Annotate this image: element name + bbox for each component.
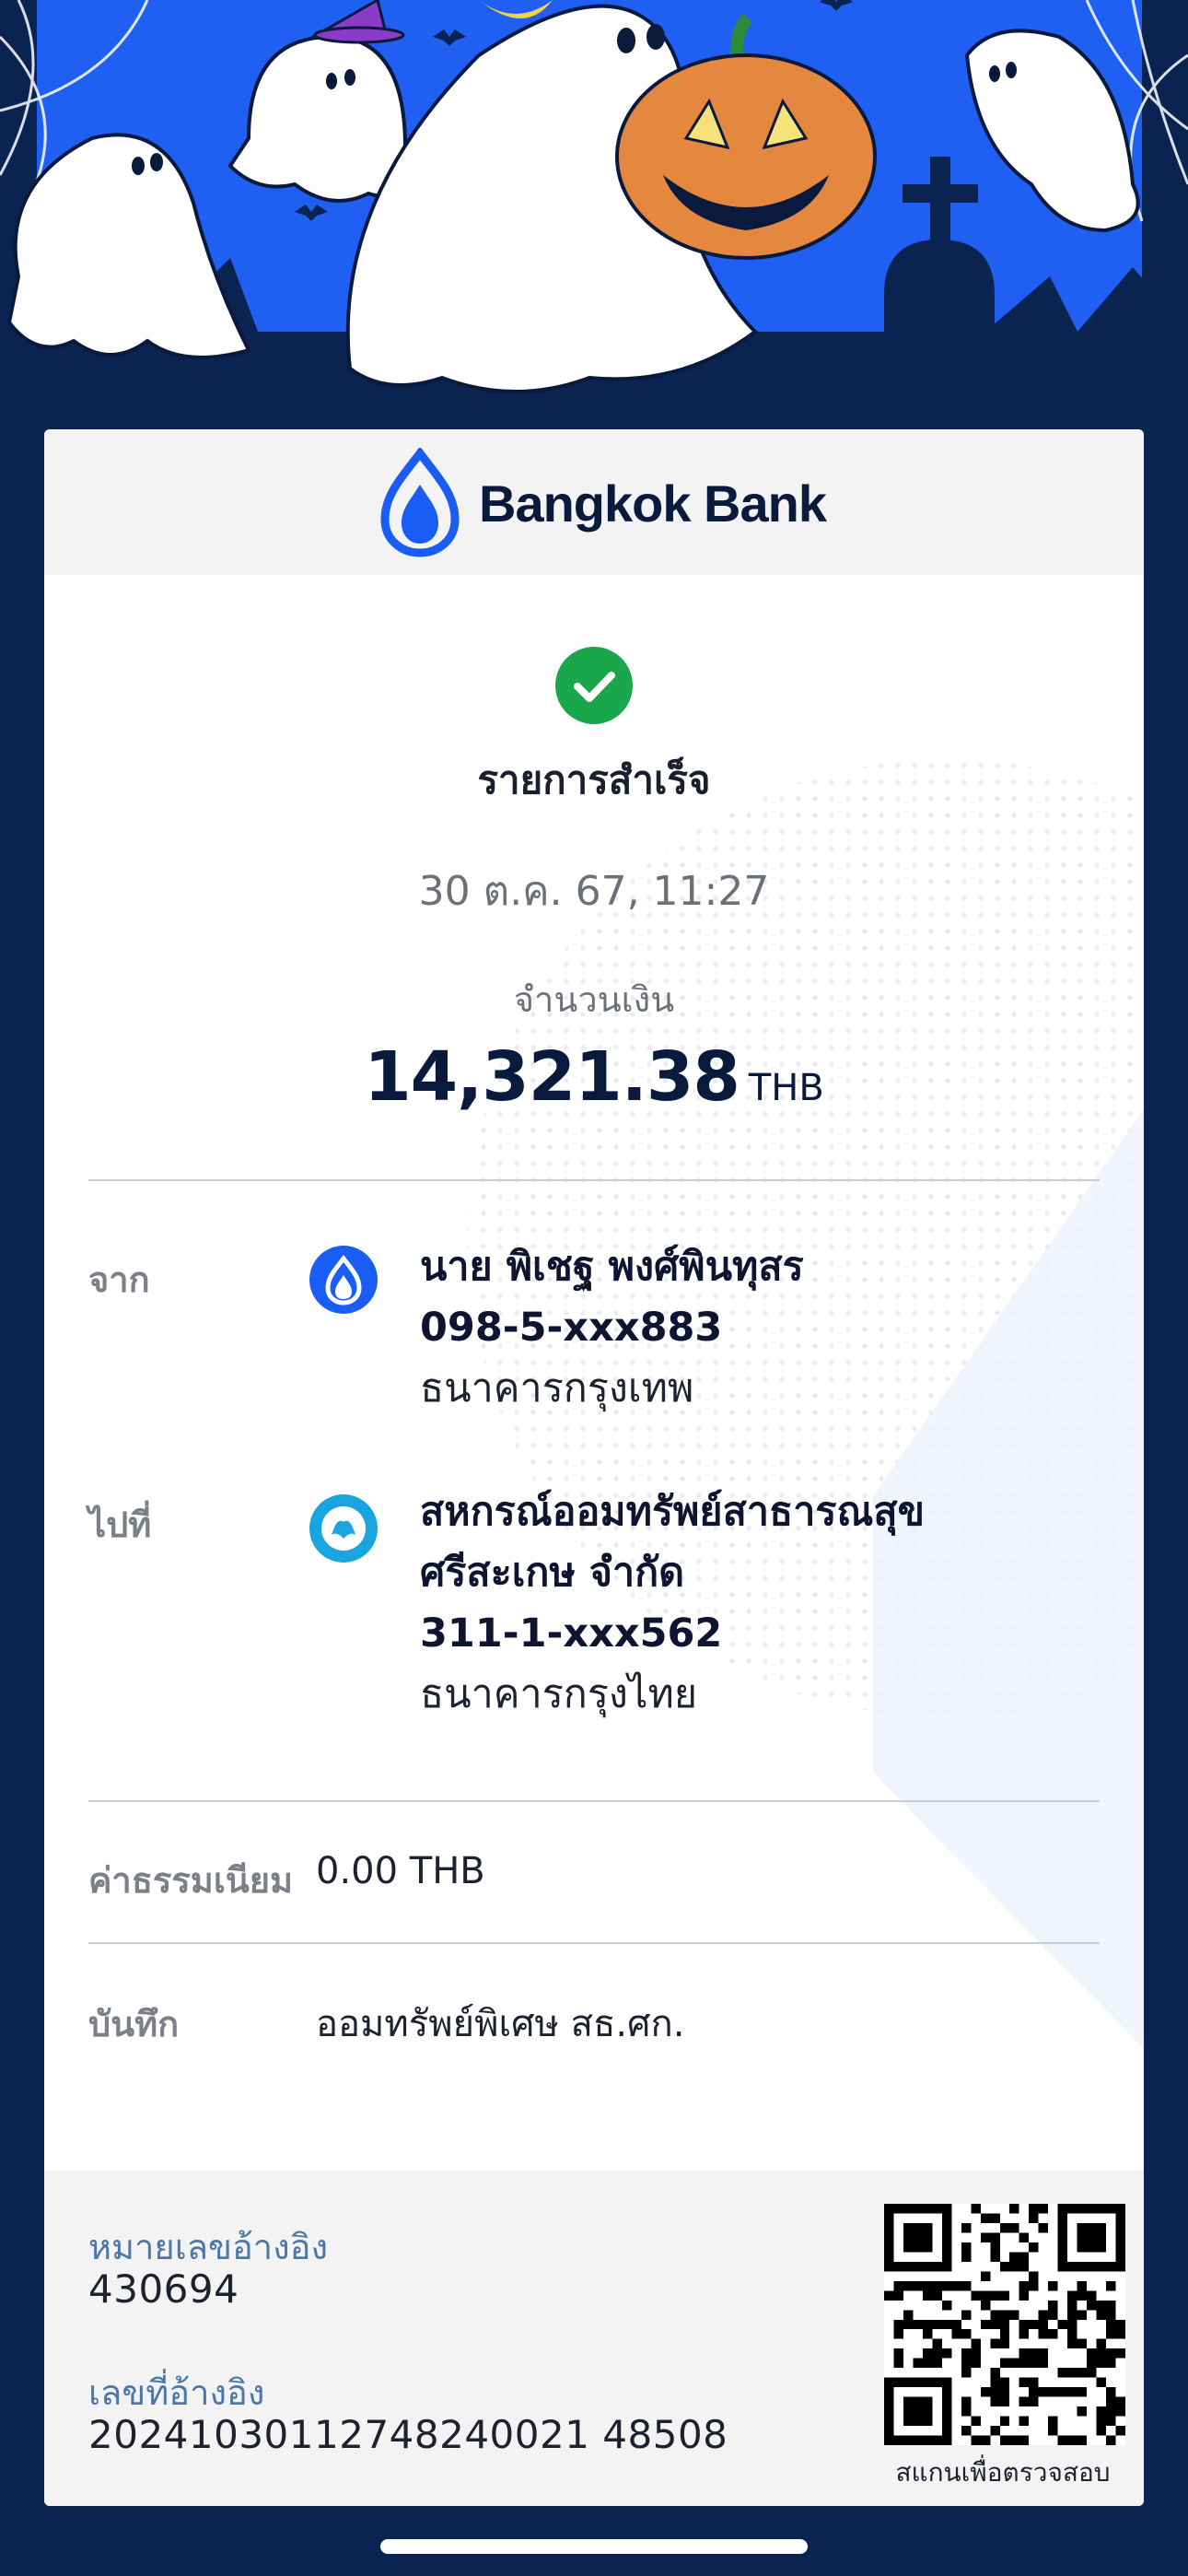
from-label: จาก xyxy=(88,1259,150,1300)
divider xyxy=(88,1800,1100,1802)
ref-no-value: 430694 xyxy=(88,2266,239,2312)
divider xyxy=(88,1179,1100,1181)
from-account: 098-5-xxx883 xyxy=(420,1305,723,1351)
qr-code-icon[interactable] xyxy=(884,2204,1125,2445)
to-name-line2: ศรีสะเกษ จำกัด xyxy=(420,1550,685,1596)
ref-id-value: 20241030112748240021 48508 xyxy=(88,2412,728,2457)
to-name-line1: สหกรณ์ออมทรัพย์สาธารณสุข xyxy=(420,1489,925,1535)
brand-name: Bangkok Bank xyxy=(479,474,827,533)
from-name: นาย พิเชฐ พงศ์พินทุสร xyxy=(420,1244,804,1290)
memo-label: บันทึก xyxy=(88,2004,180,2044)
bangkok-bank-logo-icon xyxy=(380,448,460,557)
transaction-datetime: 30 ต.ค. 67, 11:27 xyxy=(418,868,770,915)
bangkok-bank-icon xyxy=(309,1246,378,1314)
brand: Bangkok Bank xyxy=(376,448,827,558)
fee-value: 0.00 THB xyxy=(316,1850,485,1892)
amount-currency: THB xyxy=(748,1067,824,1109)
amount: 14,321.38 THB xyxy=(44,1037,1144,1117)
amount-label: จำนวนเงิน xyxy=(513,979,675,1020)
qr-caption: สแกนเพื่อตรวจสอบ xyxy=(895,2457,1111,2488)
krungthai-bank-icon xyxy=(309,1494,378,1563)
from-details: นาย พิเชฐ พงศ์พินทุสร 098-5-xxx883 ธนาคา… xyxy=(420,1236,804,1419)
status-text: รายการสำเร็จ xyxy=(477,757,711,802)
check-circle-icon xyxy=(555,647,633,724)
to-account: 311-1-xxx562 xyxy=(420,1610,723,1657)
amount-value: 14,321.38 xyxy=(364,1037,740,1117)
fee-label: ค่าธรรมเนียม xyxy=(88,1860,294,1901)
receipt-card: Bangkok Bank รายการสำเร็จ 30 ต.ค. 67, 11… xyxy=(44,429,1144,2506)
divider xyxy=(88,1942,1100,1944)
from-bank: ธนาคารกรุงเทพ xyxy=(420,1365,694,1411)
to-label: ไปที่ xyxy=(88,1505,152,1545)
to-bank: ธนาคารกรุงไทย xyxy=(420,1671,698,1717)
home-indicator[interactable] xyxy=(380,2539,808,2554)
halloween-banner xyxy=(0,0,1188,433)
card-header: Bangkok Bank xyxy=(44,429,1144,575)
memo-value: ออมทรัพย์พิเศษ สธ.ศก. xyxy=(316,2003,685,2045)
reference-footer: หมายเลขอ้างอิง 430694 เลขที่อ้างอิง 2024… xyxy=(44,2171,1144,2506)
to-details: สหกรณ์ออมทรัพย์สาธารณสุข ศรีสะเกษ จำกัด … xyxy=(420,1481,925,1725)
